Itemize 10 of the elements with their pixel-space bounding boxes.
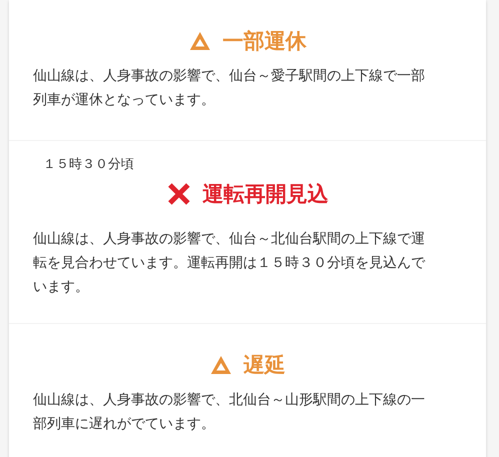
- status-title: 運転再開見込: [202, 181, 328, 208]
- status-title: 遅延: [244, 352, 286, 379]
- notice-text: 仙山線は、人身事故の影響で、仙台～北仙台駅間の上下線で運転を見合わせています。運転再開は１５時３０分頃を見込んでいます。: [33, 230, 426, 297]
- triangle-icon: [188, 31, 210, 51]
- cross-icon: [166, 182, 190, 206]
- triangle-icon: [210, 355, 232, 375]
- time-text: １５時３０分頃: [42, 156, 135, 174]
- notice-text: 仙山線は、人身事故の影響で、北仙台～山形駅間の上下線の一部列車に遅れがでています。: [33, 391, 426, 434]
- status-title: 一部運休: [222, 28, 306, 55]
- notice-text: 仙山線は、人身事故の影響で、仙台～愛子駅間の上下線で一部列車が運休となっています。: [33, 67, 426, 110]
